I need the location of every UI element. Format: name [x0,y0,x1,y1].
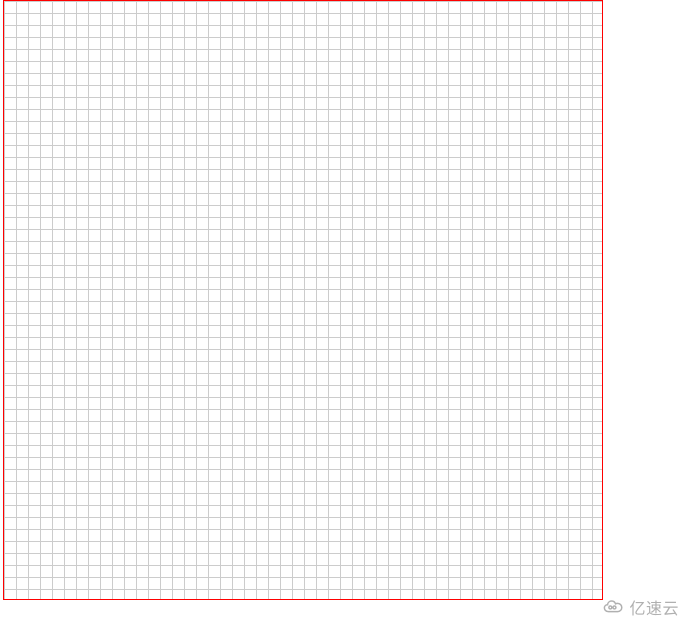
grid-canvas [3,0,603,600]
watermark-text: 亿速云 [629,595,679,619]
watermark: 亿速云 [603,595,679,619]
cloud-icon [603,599,625,615]
